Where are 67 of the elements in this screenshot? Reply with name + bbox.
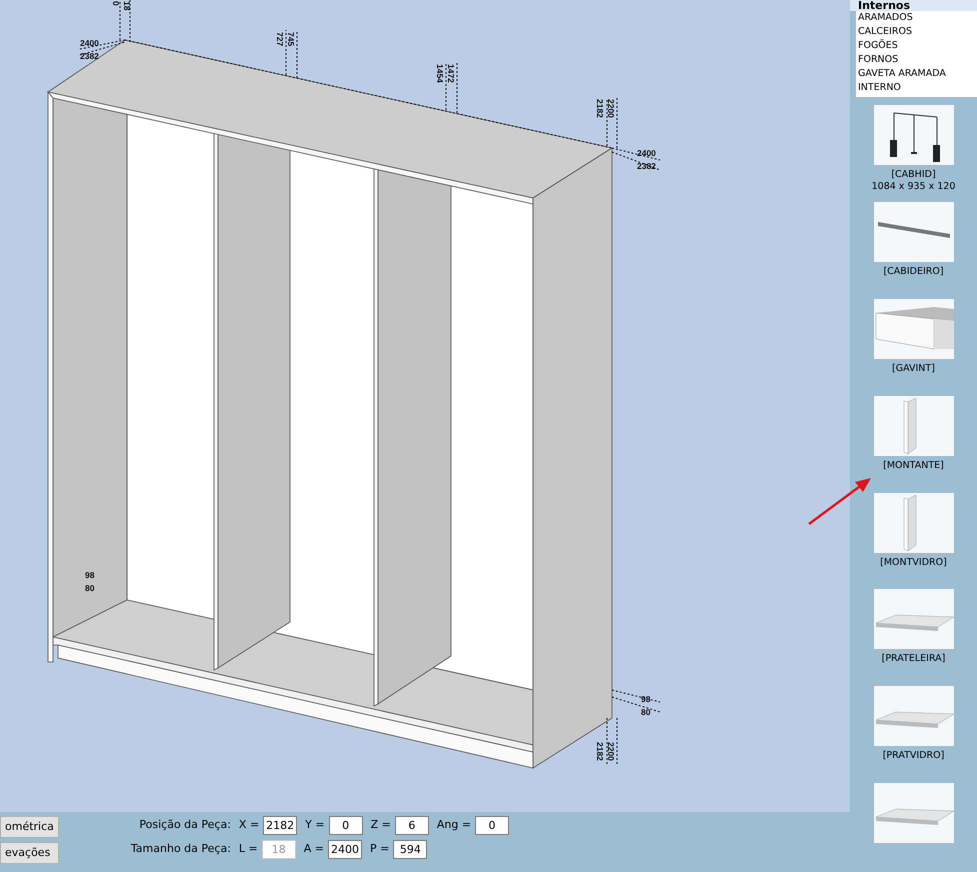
component-thumbnail[interactable] bbox=[874, 298, 954, 359]
dimension-label: 2200 bbox=[606, 99, 616, 118]
dimension-label: 727 bbox=[275, 32, 285, 46]
shelf-icon bbox=[875, 808, 954, 826]
dimension-label: 2382 bbox=[637, 161, 656, 171]
component-label: [CABHID] bbox=[891, 169, 936, 182]
component-label: [PRATVIDRO] bbox=[882, 750, 944, 762]
dimension-label: 2182 bbox=[595, 99, 605, 118]
category-item[interactable]: CALCEIROS bbox=[858, 25, 977, 39]
category-item[interactable]: GAVETA ARAMADA bbox=[858, 67, 977, 81]
component-dimensions: 1084 x 935 x 120 bbox=[872, 181, 956, 194]
dimension-label: 1472 bbox=[446, 64, 456, 83]
panel-title: Internos bbox=[850, 0, 977, 11]
category-item[interactable]: FORNOS bbox=[858, 53, 977, 67]
field-label: A = bbox=[304, 841, 324, 858]
dimension-label: 80 bbox=[641, 707, 650, 717]
dimension-label: 98 bbox=[641, 694, 650, 704]
view-button[interactable]: evações bbox=[0, 842, 59, 864]
panel-icon bbox=[903, 397, 916, 454]
component-thumbnail[interactable] bbox=[874, 589, 954, 650]
dimension-label: 80 bbox=[85, 583, 94, 593]
input-field[interactable]: 0 bbox=[475, 816, 510, 835]
shelf-icon bbox=[875, 615, 954, 632]
component-label: [GAVINT] bbox=[892, 362, 935, 375]
field-label: Z = bbox=[370, 817, 391, 834]
field-label: Y = bbox=[305, 817, 325, 834]
dimension-label: 98 bbox=[85, 570, 94, 580]
drawer-icon bbox=[875, 306, 954, 350]
field-label: X = bbox=[238, 817, 260, 834]
input-field[interactable]: 2400 bbox=[328, 840, 362, 859]
component-thumbnail[interactable] bbox=[874, 492, 954, 553]
component-label: [MONTVIDRO] bbox=[880, 556, 947, 569]
category-item[interactable]: FOGÕES bbox=[858, 39, 977, 53]
dimension-label: 2400 bbox=[637, 148, 656, 158]
category-item[interactable]: ARAMADOS bbox=[858, 11, 977, 25]
dimension-label: 2382 bbox=[80, 51, 99, 61]
component-thumbnail[interactable] bbox=[874, 686, 954, 746]
arrow-annotation bbox=[808, 478, 871, 525]
component-thumbnail[interactable] bbox=[874, 396, 954, 456]
view-button[interactable]: ométrica bbox=[0, 816, 59, 838]
rod-icon bbox=[878, 222, 950, 238]
input-field[interactable]: 594 bbox=[393, 840, 428, 859]
dimension-label: 2182 bbox=[595, 742, 605, 761]
component-label: [CABIDEIRO] bbox=[883, 266, 944, 278]
field-group-label: Tamanho da Peça: bbox=[130, 841, 231, 858]
component-thumbnail[interactable] bbox=[874, 783, 954, 844]
dimension-label: 745 bbox=[286, 32, 296, 46]
shelf-icon bbox=[875, 712, 954, 728]
dimension-label: 18 bbox=[122, 1, 132, 10]
input-field[interactable]: 0 bbox=[328, 816, 363, 835]
component-thumbnail[interactable] bbox=[874, 202, 954, 262]
field-group-label: Posição da Peça: bbox=[138, 817, 231, 834]
component-thumbnail[interactable] bbox=[874, 105, 954, 166]
field-label: Ang = bbox=[436, 817, 472, 834]
dimension-label: 1454 bbox=[435, 64, 445, 83]
dimension-label: 2400 bbox=[80, 38, 99, 48]
dimension-label: 0 bbox=[111, 1, 121, 6]
component-label: [PRATELEIRA] bbox=[882, 653, 946, 666]
field-label: L = bbox=[238, 841, 258, 858]
field-label: P = bbox=[370, 841, 390, 858]
dimension-label: 2200 bbox=[606, 742, 616, 761]
input-field[interactable]: 6 bbox=[394, 816, 429, 835]
category-item[interactable]: INTERNO bbox=[858, 81, 977, 95]
input-field[interactable]: 2182 bbox=[263, 816, 298, 835]
panel-icon bbox=[903, 494, 916, 551]
clothes-rail-icon bbox=[890, 112, 940, 162]
component-label: [MONTANTE] bbox=[883, 460, 944, 472]
